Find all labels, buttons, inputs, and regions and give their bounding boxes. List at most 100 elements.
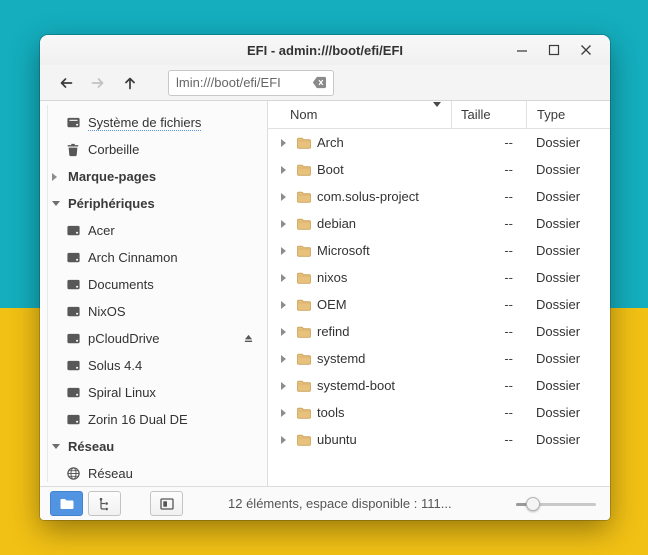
sort-indicator-icon bbox=[433, 107, 451, 122]
tree-view-button[interactable] bbox=[88, 491, 121, 516]
sidebar-item-arch-cinnamon[interactable]: Arch Cinnamon bbox=[40, 244, 267, 271]
folder-icon bbox=[296, 378, 317, 394]
tree-view-icon bbox=[97, 496, 113, 512]
sidebar-item-pclouddrive[interactable]: pCloudDrive bbox=[40, 325, 267, 352]
sidebar-item-documents[interactable]: Documents bbox=[40, 271, 267, 298]
table-row[interactable]: debian--Dossier bbox=[268, 210, 610, 237]
table-row[interactable]: tools--Dossier bbox=[268, 399, 610, 426]
sidebar-item-acer[interactable]: Acer bbox=[40, 217, 267, 244]
file-size: -- bbox=[451, 216, 526, 231]
folder-icon bbox=[296, 243, 317, 259]
sidebar-item-label: Système de fichiers bbox=[88, 115, 201, 131]
table-row[interactable]: systemd--Dossier bbox=[268, 345, 610, 372]
sidebar-item-label: Zorin 16 Dual DE bbox=[88, 412, 188, 427]
sidebar-section-marque-pages[interactable]: Marque-pages bbox=[40, 163, 267, 190]
sidebar-item-zorin-16-dual-de[interactable]: Zorin 16 Dual DE bbox=[40, 406, 267, 433]
chevron-right-icon[interactable] bbox=[281, 436, 296, 444]
chevron-right-icon[interactable] bbox=[281, 382, 296, 390]
sidebar-section-reseau[interactable]: Réseau bbox=[40, 433, 267, 460]
forward-icon bbox=[90, 75, 106, 91]
sidebar-list: Système de fichiers Corbeille Marque-pages… bbox=[40, 109, 267, 486]
table-row[interactable]: Boot--Dossier bbox=[268, 156, 610, 183]
table-row[interactable]: Arch--Dossier bbox=[268, 129, 610, 156]
file-name: OEM bbox=[317, 297, 347, 312]
table-row[interactable]: com.solus-project--Dossier bbox=[268, 183, 610, 210]
icon-view-button[interactable] bbox=[50, 491, 83, 516]
sidebar-section-label: Périphériques bbox=[68, 196, 155, 211]
sidebar-item-corbeille[interactable]: Corbeille bbox=[40, 136, 267, 163]
chevron-right-icon[interactable] bbox=[281, 355, 296, 363]
file-size: -- bbox=[451, 135, 526, 150]
file-name: systemd-boot bbox=[317, 378, 395, 393]
folder-icon bbox=[296, 297, 317, 313]
table-row[interactable]: ubuntu--Dossier bbox=[268, 426, 610, 453]
file-list-body: Arch--DossierBoot--Dossiercom.solus-proj… bbox=[268, 129, 610, 486]
sidebar-item-label: Solus 4.4 bbox=[88, 358, 142, 373]
chevron-right-icon[interactable] bbox=[281, 247, 296, 255]
sidebar-item-spiral-linux[interactable]: Spiral Linux bbox=[40, 379, 267, 406]
forward-button[interactable] bbox=[82, 69, 114, 97]
chevron-right-icon[interactable] bbox=[281, 409, 296, 417]
close-button[interactable] bbox=[574, 38, 598, 62]
chevron-down-icon[interactable] bbox=[52, 444, 68, 449]
sidebar-item-nixos[interactable]: NixOS bbox=[40, 298, 267, 325]
file-manager-window: EFI - admin:///boot/efi/EFI bbox=[40, 35, 610, 520]
back-button[interactable] bbox=[50, 69, 82, 97]
chevron-right-icon[interactable] bbox=[281, 166, 296, 174]
extra-pane-icon bbox=[159, 496, 175, 512]
table-row[interactable]: Microsoft--Dossier bbox=[268, 237, 610, 264]
chevron-right-icon[interactable] bbox=[52, 173, 68, 181]
file-size: -- bbox=[451, 189, 526, 204]
file-size: -- bbox=[451, 405, 526, 420]
chevron-right-icon[interactable] bbox=[281, 139, 296, 147]
drive-icon bbox=[66, 412, 88, 427]
chevron-down-icon[interactable] bbox=[52, 201, 68, 206]
sidebar-section-label: Marque-pages bbox=[68, 169, 156, 184]
close-icon bbox=[580, 44, 592, 56]
zoom-slider-handle[interactable] bbox=[526, 497, 540, 511]
eject-button[interactable] bbox=[242, 332, 255, 345]
sidebar-item-label: Documents bbox=[88, 277, 154, 292]
file-size: -- bbox=[451, 162, 526, 177]
folder-icon bbox=[296, 270, 317, 286]
maximize-icon bbox=[548, 44, 560, 56]
file-type: Dossier bbox=[526, 297, 610, 312]
titlebar[interactable]: EFI - admin:///boot/efi/EFI bbox=[40, 35, 610, 65]
toolbar: lmin:///boot/efi/EFI bbox=[40, 65, 610, 101]
table-row[interactable]: systemd-boot--Dossier bbox=[268, 372, 610, 399]
file-type: Dossier bbox=[526, 216, 610, 231]
extra-pane-button[interactable] bbox=[150, 491, 183, 516]
sidebar-item-systeme-de-fichiers[interactable]: Système de fichiers bbox=[40, 109, 267, 136]
folder-icon bbox=[296, 135, 317, 151]
file-type: Dossier bbox=[526, 432, 610, 447]
column-header-name[interactable]: Nom bbox=[268, 101, 451, 128]
sidebar-item-label: NixOS bbox=[88, 304, 126, 319]
file-name: nixos bbox=[317, 270, 347, 285]
location-input[interactable]: lmin:///boot/efi/EFI bbox=[168, 70, 334, 96]
sidebar-section-label: Réseau bbox=[68, 439, 114, 454]
maximize-button[interactable] bbox=[542, 38, 566, 62]
status-text: 12 éléments, espace disponible : 111... bbox=[228, 496, 452, 511]
chevron-right-icon[interactable] bbox=[281, 328, 296, 336]
folder-icon bbox=[296, 162, 317, 178]
sidebar-item-label: Acer bbox=[88, 223, 115, 238]
clear-location-icon[interactable] bbox=[310, 74, 328, 92]
table-row[interactable]: refind--Dossier bbox=[268, 318, 610, 345]
chevron-right-icon[interactable] bbox=[281, 193, 296, 201]
drive-icon bbox=[66, 250, 88, 265]
up-button[interactable] bbox=[114, 69, 146, 97]
table-row[interactable]: OEM--Dossier bbox=[268, 291, 610, 318]
sidebar-section-peripheriques[interactable]: Périphériques bbox=[40, 190, 267, 217]
zoom-slider[interactable] bbox=[516, 492, 596, 516]
chevron-right-icon[interactable] bbox=[281, 274, 296, 282]
chevron-right-icon[interactable] bbox=[281, 220, 296, 228]
table-row[interactable]: nixos--Dossier bbox=[268, 264, 610, 291]
column-header-size[interactable]: Taille bbox=[451, 101, 526, 128]
drive-icon bbox=[66, 331, 88, 346]
sidebar-item-reseau[interactable]: Réseau bbox=[40, 460, 267, 486]
chevron-right-icon[interactable] bbox=[281, 301, 296, 309]
column-header-type[interactable]: Type bbox=[526, 101, 610, 128]
sidebar-item-solus-4-4[interactable]: Solus 4.4 bbox=[40, 352, 267, 379]
folder-icon bbox=[296, 351, 317, 367]
minimize-button[interactable] bbox=[510, 38, 534, 62]
